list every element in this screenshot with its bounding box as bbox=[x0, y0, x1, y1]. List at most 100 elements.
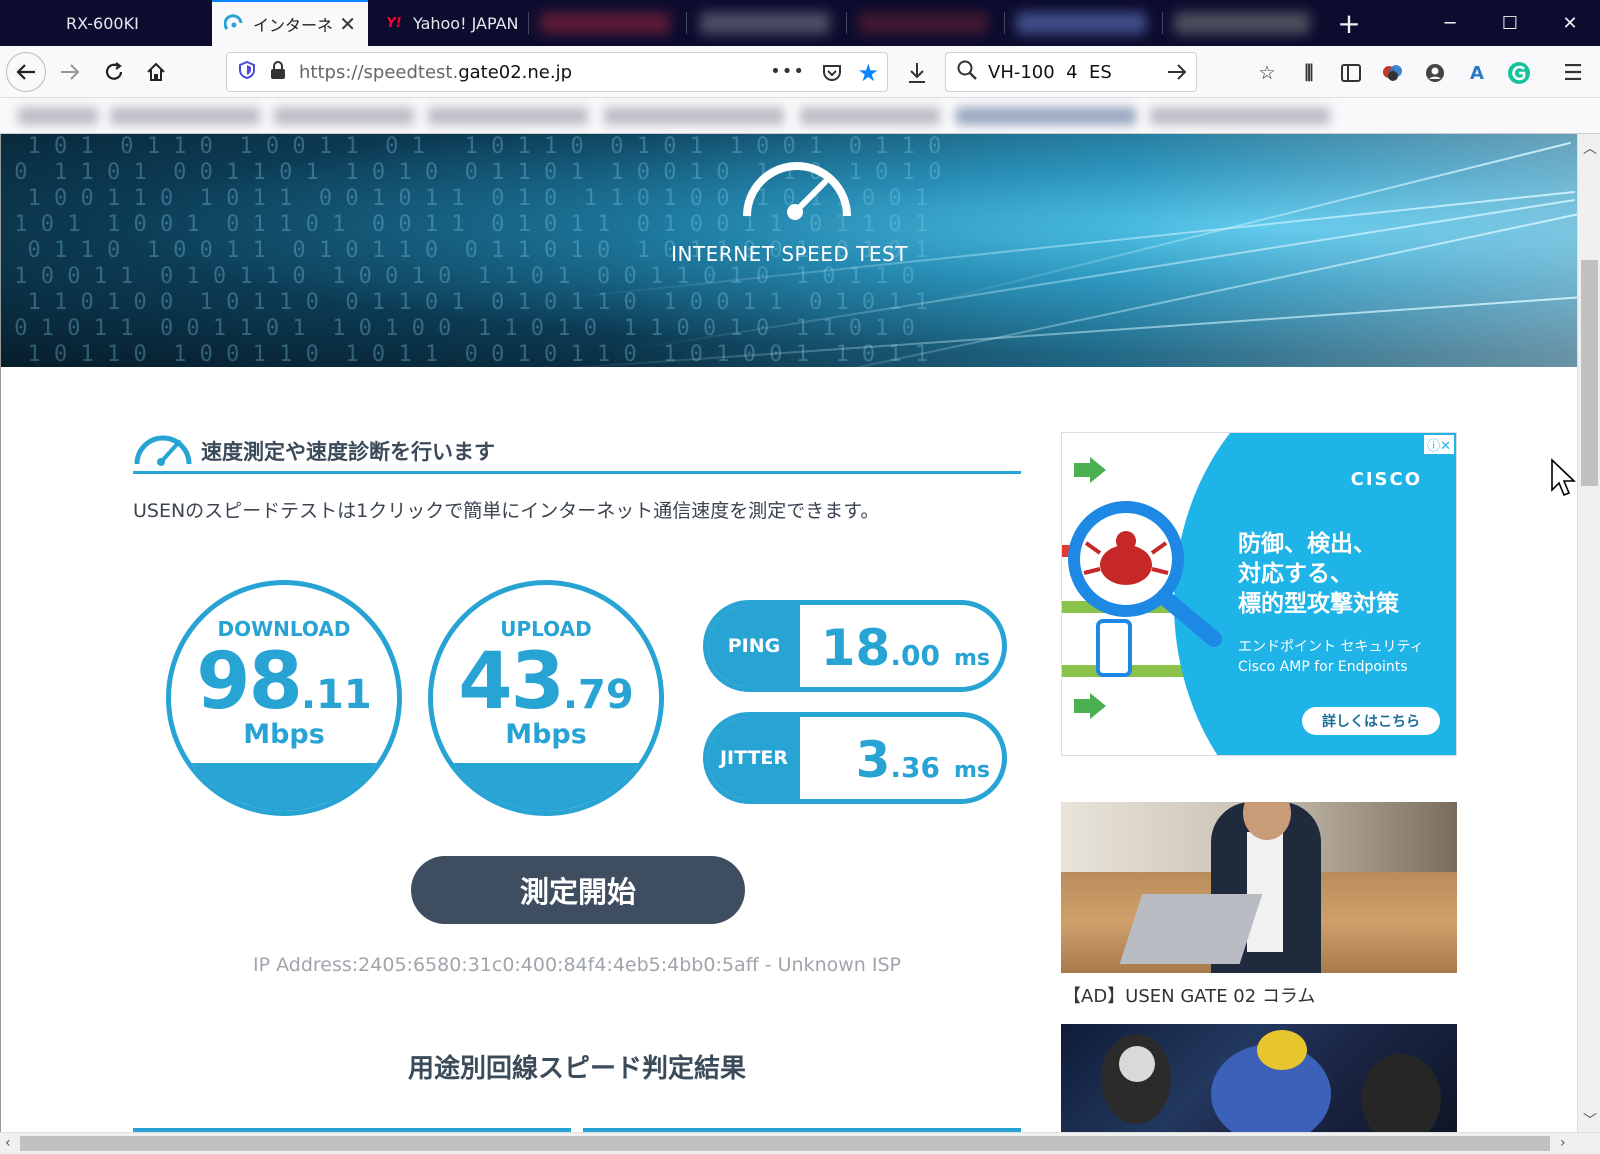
horizontal-scroll-thumb[interactable] bbox=[20, 1136, 1550, 1151]
pocket-icon[interactable] bbox=[821, 62, 843, 88]
search-icon bbox=[956, 59, 978, 85]
window-controls: ─ ☐ ✕ bbox=[1420, 0, 1600, 46]
jitter-label: JITTER bbox=[708, 717, 800, 799]
grammarly-icon[interactable] bbox=[1506, 60, 1532, 86]
search-bar[interactable]: VH-100 4 ES bbox=[945, 52, 1197, 92]
more-icon[interactable]: ••• bbox=[770, 61, 805, 82]
sidebar-icon[interactable] bbox=[1338, 60, 1364, 86]
blurred-bookmark[interactable] bbox=[1150, 107, 1330, 125]
forward-button[interactable] bbox=[50, 52, 90, 92]
photo-shirt bbox=[1247, 832, 1283, 952]
close-tab-icon[interactable]: ✕ bbox=[339, 12, 356, 36]
tab-yahoo[interactable]: Y! Yahoo! JAPAN bbox=[368, 0, 528, 46]
shield-icon[interactable] bbox=[237, 60, 257, 84]
phone-icon bbox=[1096, 619, 1132, 677]
lock-icon[interactable] bbox=[269, 60, 287, 84]
section-title: 速度測定や速度診断を行います bbox=[201, 439, 495, 464]
section-heading: 速度測定や速度診断を行います bbox=[133, 430, 1021, 474]
url-text[interactable]: https://speedtest.gate02.ne.jp bbox=[299, 62, 572, 83]
jitter-dec: .36 bbox=[890, 751, 940, 784]
tab-bar: RX-600KI インターネット ✕ Y! Yahoo! JAPAN + ─ ☐… bbox=[0, 0, 1600, 46]
tab-separator bbox=[1004, 12, 1005, 34]
tab-separator bbox=[1162, 12, 1163, 34]
blurred-bookmark[interactable] bbox=[956, 107, 1136, 125]
scroll-up-icon[interactable]: ︿ bbox=[1583, 138, 1597, 158]
page-content: 1 0 1 0 1 1 0 1 0 0 1 1 0 1 1 0 1 1 0 0 … bbox=[0, 134, 1577, 1132]
translate-icon[interactable]: A bbox=[1464, 60, 1490, 86]
ad-headline: 防御、検出、 対応する、 標的型攻撃対策 bbox=[1238, 531, 1399, 617]
horizontal-scrollbar[interactable]: ‹ › bbox=[0, 1132, 1600, 1154]
ping-panel: PING 18.00 ms bbox=[703, 600, 1007, 692]
blurred-bookmark[interactable] bbox=[274, 107, 414, 125]
search-input[interactable]: VH-100 4 ES bbox=[988, 62, 1112, 83]
home-button[interactable] bbox=[136, 52, 176, 92]
account-icon[interactable] bbox=[1422, 60, 1448, 86]
url-bar[interactable]: https://speedtest.gate02.ne.jp ••• ★ bbox=[226, 52, 888, 92]
hamburger-icon[interactable]: ☰ bbox=[1560, 60, 1586, 86]
url-prefix: https://speedtest. bbox=[299, 61, 459, 83]
search-go-icon[interactable] bbox=[1166, 61, 1188, 87]
scroll-down-icon[interactable]: ﹀ bbox=[1583, 1110, 1597, 1130]
speedtest-favicon-icon bbox=[224, 14, 244, 34]
blurred-bookmark[interactable] bbox=[428, 107, 588, 125]
reload-icon bbox=[105, 62, 123, 80]
bookmarks-star-icon[interactable]: ☆ bbox=[1254, 60, 1280, 86]
mouse-cursor-icon bbox=[1551, 458, 1576, 497]
tab-speedtest[interactable]: インターネット ✕ bbox=[212, 0, 368, 46]
tab-separator bbox=[528, 12, 529, 34]
extension-color-icon[interactable] bbox=[1380, 60, 1406, 86]
jitter-int: 3 bbox=[855, 731, 891, 789]
ad-column-caption[interactable]: 【AD】USEN GATE 02 コラム bbox=[1063, 982, 1315, 1008]
tab-rx600ki[interactable]: RX-600KI bbox=[0, 0, 212, 46]
ad-anime-banner[interactable] bbox=[1061, 1024, 1457, 1132]
upload-int: 43 bbox=[458, 637, 565, 727]
cisco-advertisement[interactable]: CISCO 防御、検出、 対応する、 標的型攻撃対策 エンドポイント セキュリテ… bbox=[1061, 432, 1457, 756]
blurred-tab[interactable] bbox=[1016, 12, 1146, 34]
anime-robot-detail bbox=[1257, 1030, 1307, 1070]
start-test-button[interactable]: 測定開始 bbox=[411, 856, 745, 924]
download-icon[interactable] bbox=[904, 60, 930, 86]
star-icon[interactable]: ★ bbox=[857, 59, 879, 87]
maximize-button[interactable]: ☐ bbox=[1480, 0, 1540, 46]
reload-button[interactable] bbox=[94, 52, 134, 92]
scroll-left-icon[interactable]: ‹ bbox=[5, 1135, 11, 1151]
download-value: 98.11 bbox=[171, 637, 397, 727]
ping-unit: ms bbox=[953, 646, 990, 671]
ad-photo-column[interactable] bbox=[1061, 802, 1457, 973]
tab-label: Yahoo! JAPAN bbox=[413, 13, 519, 33]
section-description: USENのスピードテストは1クリックで簡単にインターネット通信速度を測定できます… bbox=[133, 500, 880, 522]
blurred-bookmark[interactable] bbox=[110, 107, 260, 125]
anime-character bbox=[1361, 1054, 1441, 1132]
dial-fill bbox=[171, 763, 397, 811]
blurred-bookmark[interactable] bbox=[18, 107, 98, 125]
ip-address-info: IP Address:2405:6580:31c0:400:84f4:4eb5:… bbox=[253, 954, 901, 976]
close-window-button[interactable]: ✕ bbox=[1540, 0, 1600, 46]
upload-dial: UPLOAD 43.79 Mbps bbox=[428, 580, 664, 816]
cisco-logo: CISCO bbox=[1350, 469, 1422, 490]
blurred-tab[interactable] bbox=[1174, 12, 1310, 34]
blurred-bookmark[interactable] bbox=[800, 107, 940, 125]
hero-banner: 1 0 1 0 1 1 0 1 0 0 1 1 0 1 1 0 1 1 0 0 … bbox=[1, 134, 1577, 367]
back-button[interactable] bbox=[6, 52, 46, 92]
vertical-scroll-thumb[interactable] bbox=[1581, 260, 1598, 486]
blurred-tab[interactable] bbox=[858, 12, 988, 34]
speedometer-icon bbox=[743, 162, 851, 220]
minimize-button[interactable]: ─ bbox=[1420, 0, 1480, 46]
new-tab-button[interactable]: + bbox=[1327, 0, 1371, 46]
arrow-right-icon bbox=[61, 64, 80, 80]
arrow-left-icon bbox=[16, 64, 35, 80]
library-icon[interactable]: ⫼ bbox=[1296, 60, 1322, 86]
download-int: 98 bbox=[196, 637, 303, 727]
navigation-toolbar: https://speedtest.gate02.ne.jp ••• ★ VH-… bbox=[0, 46, 1600, 98]
blurred-bookmark[interactable] bbox=[604, 107, 784, 125]
scroll-right-icon[interactable]: › bbox=[1560, 1135, 1566, 1151]
vertical-scrollbar[interactable]: ︿ ﹀ bbox=[1577, 134, 1600, 1132]
ad-close-icon[interactable]: ⓘ✕ bbox=[1424, 435, 1454, 454]
bookmarks-bar bbox=[0, 98, 1600, 134]
magnifier-bug-icon bbox=[1068, 501, 1222, 647]
ping-label: PING bbox=[708, 605, 800, 687]
ad-details-button[interactable]: 詳しくはこちら bbox=[1302, 707, 1440, 735]
blurred-tab[interactable] bbox=[540, 12, 670, 34]
blurred-tab[interactable] bbox=[700, 12, 830, 34]
upload-unit: Mbps bbox=[505, 719, 587, 750]
